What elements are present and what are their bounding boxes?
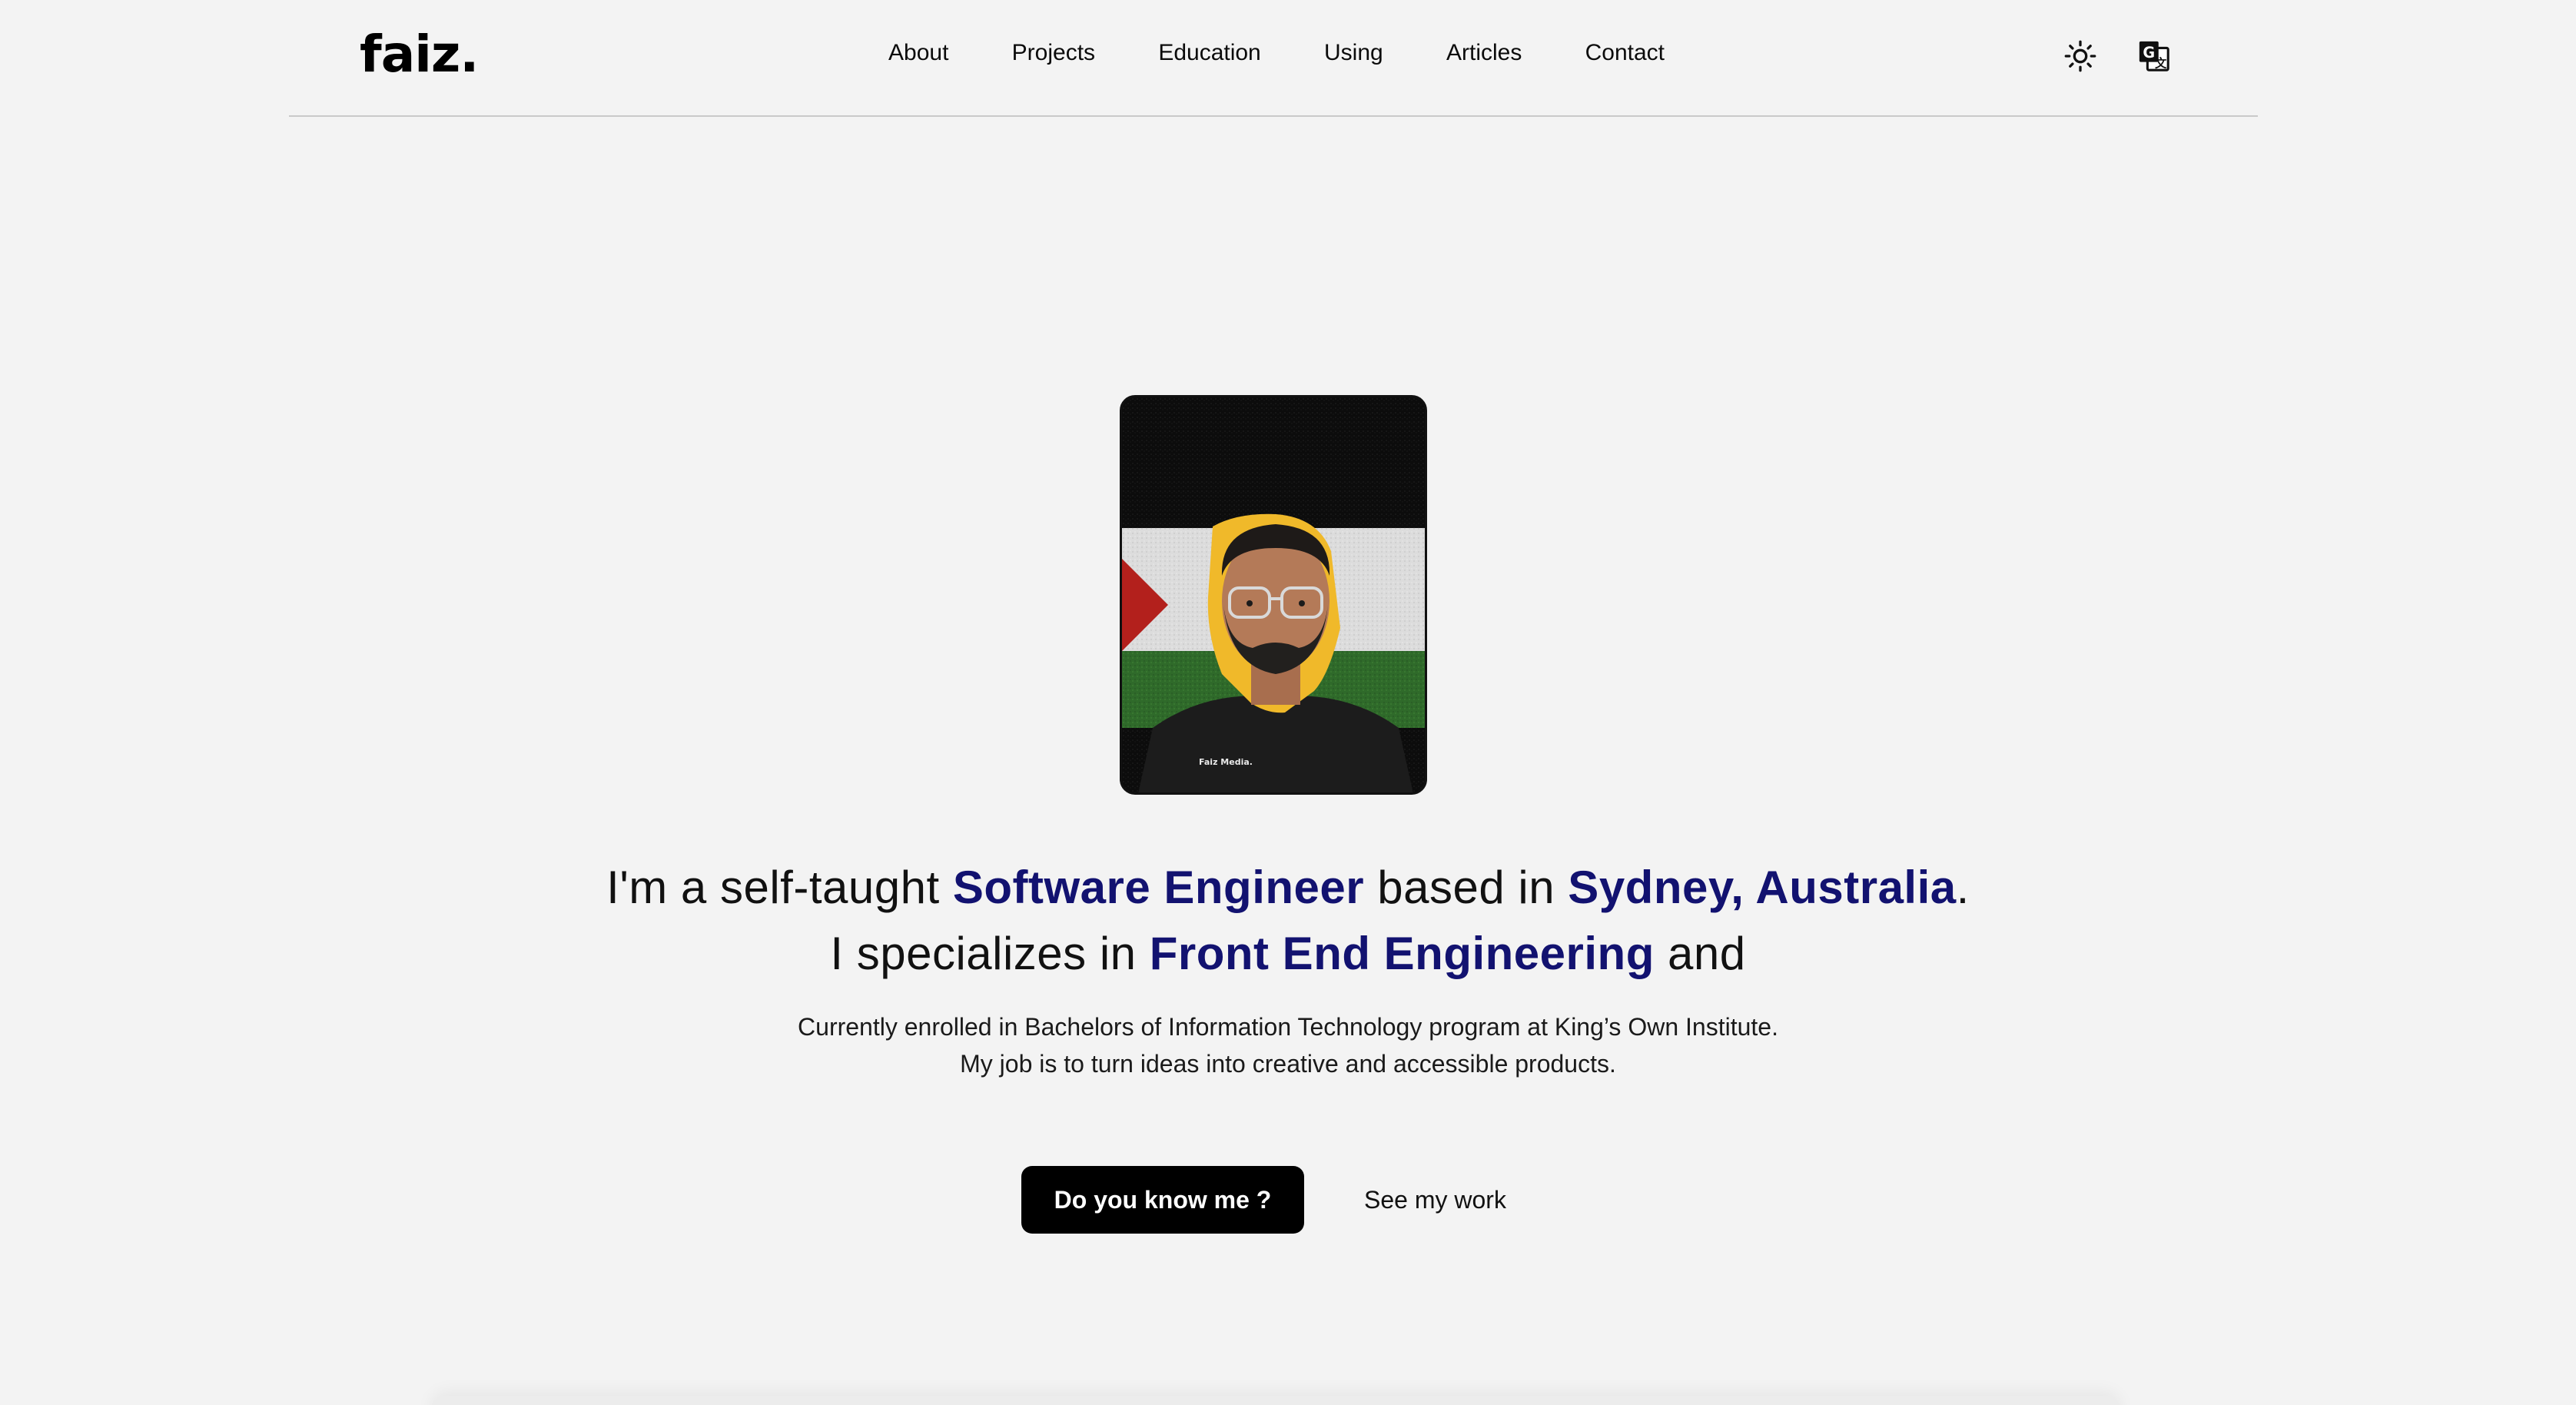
svg-text:文: 文 bbox=[2155, 56, 2167, 70]
nav-item-articles[interactable]: Articles bbox=[1446, 40, 1522, 66]
logo[interactable]: faiz. bbox=[360, 25, 479, 84]
hero-text: and bbox=[1654, 928, 1746, 979]
specialty-highlight: Front End Engineering bbox=[1149, 928, 1655, 979]
hero-text: I specializes in bbox=[830, 928, 1150, 979]
nav-item-using[interactable]: Using bbox=[1324, 40, 1383, 66]
translate-icon: G 文 bbox=[2139, 41, 2169, 71]
location-highlight: Sydney, Australia bbox=[1568, 862, 1957, 913]
cta-row: Do you know me ? See my work bbox=[1021, 1166, 1506, 1234]
nav-item-projects[interactable]: Projects bbox=[1012, 40, 1095, 66]
hero-text: I'm a self-taught bbox=[606, 862, 953, 913]
shirt-logo-text: Faiz Media. bbox=[1199, 757, 1253, 767]
sun-icon bbox=[2064, 40, 2096, 72]
next-section-edge bbox=[430, 1396, 2121, 1405]
nav-item-contact[interactable]: Contact bbox=[1585, 40, 1665, 66]
site-header: faiz. About Projects Education Using Art… bbox=[289, 0, 2258, 117]
hero-subtitle: Currently enrolled in Bachelors of Infor… bbox=[0, 1008, 2576, 1082]
language-toggle-button[interactable]: G 文 bbox=[2135, 37, 2173, 75]
hero-line-1: I'm a self-taught Software Engineer base… bbox=[0, 855, 2576, 921]
svg-text:G: G bbox=[2143, 44, 2155, 61]
see-work-link[interactable]: See my work bbox=[1364, 1186, 1506, 1214]
subtitle-line: My job is to turn ideas into creative an… bbox=[960, 1050, 1616, 1078]
know-me-button[interactable]: Do you know me ? bbox=[1021, 1166, 1304, 1234]
main-nav: About Projects Education Using Articles … bbox=[888, 40, 1665, 66]
theme-toggle-button[interactable] bbox=[2061, 37, 2100, 75]
nav-item-about[interactable]: About bbox=[888, 40, 948, 66]
hero-text: . bbox=[1956, 862, 1970, 913]
page: faiz. About Projects Education Using Art… bbox=[0, 0, 2576, 1405]
role-highlight: Software Engineer bbox=[952, 862, 1365, 913]
hero-text: based in bbox=[1364, 862, 1569, 913]
profile-photo: Faiz Media. bbox=[1120, 395, 1427, 795]
hero-headline: I'm a self-taught Software Engineer base… bbox=[0, 855, 2576, 987]
nav-item-education[interactable]: Education bbox=[1158, 40, 1260, 66]
hero-line-2: I specializes in Front End Engineering a… bbox=[0, 921, 2576, 987]
subtitle-line: Currently enrolled in Bachelors of Infor… bbox=[798, 1013, 1778, 1041]
